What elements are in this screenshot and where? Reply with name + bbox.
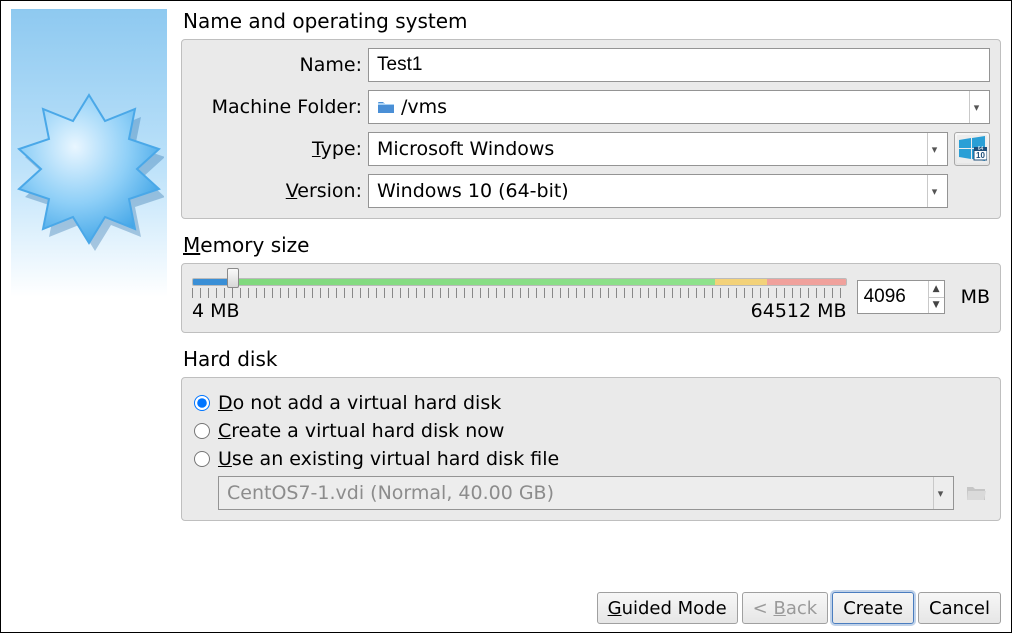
spin-up-icon[interactable]: ▲ [929, 281, 944, 298]
section-title-memory: Memory size [183, 233, 1001, 257]
create-button[interactable]: Create [832, 592, 914, 624]
spin-down-icon[interactable]: ▼ [929, 298, 944, 314]
radio-row-existing[interactable]: Use an existing virtual hard disk file [192, 448, 990, 470]
radio-row-none[interactable]: Do not add a virtual hard disk [192, 392, 990, 414]
group-memory: 4 MB 64512 MB ▲ ▼ MB [181, 263, 1001, 333]
starburst-icon [14, 43, 164, 263]
guided-mode-button[interactable]: Guided Mode [597, 592, 738, 624]
memory-value-input[interactable] [858, 281, 928, 313]
slider-thumb[interactable] [227, 268, 239, 288]
chevron-down-icon: ▾ [927, 175, 941, 207]
radio-do-not-add-label: Do not add a virtual hard disk [218, 392, 501, 414]
memory-slider[interactable]: 4 MB 64512 MB [192, 272, 847, 322]
svg-text:64: 64 [978, 146, 984, 152]
slider-ticks [192, 288, 847, 298]
existing-disk-text: CentOS7-1.vdi (Normal, 40.00 GB) [227, 482, 927, 504]
label-type: Type: [192, 138, 368, 160]
name-input[interactable] [368, 48, 990, 82]
machine-folder-combo[interactable]: /vms ▾ [368, 90, 990, 124]
version-combo-text: Windows 10 (64-bit) [377, 180, 921, 202]
radio-create-new[interactable] [194, 423, 210, 439]
radio-use-existing[interactable] [194, 451, 210, 467]
cancel-button[interactable]: Cancel [918, 592, 1001, 624]
label-machine-folder: Machine Folder: [192, 96, 368, 118]
section-title-os: Name and operating system [183, 9, 1001, 33]
dialog-footer: Guided Mode < Back Create Cancel [1, 586, 1011, 632]
memory-max-label: 64512 MB [751, 300, 847, 322]
radio-do-not-add[interactable] [194, 395, 210, 411]
memory-spinbox[interactable]: ▲ ▼ [857, 280, 945, 314]
memory-unit-label: MB [961, 286, 990, 308]
wizard-sidebar [11, 9, 167, 586]
machine-folder-text: /vms [401, 96, 963, 118]
radio-row-create[interactable]: Create a virtual hard disk now [192, 420, 990, 442]
svg-text:10: 10 [976, 151, 985, 160]
back-button: < Back [742, 592, 829, 624]
folder-icon [377, 100, 395, 114]
label-version: Version: [192, 180, 368, 202]
wizard-illustration [11, 9, 167, 297]
choose-disk-file-button [962, 479, 990, 507]
chevron-down-icon: ▾ [927, 133, 941, 165]
label-name: Name: [192, 54, 368, 76]
chevron-down-icon: ▾ [933, 477, 947, 509]
section-title-disk: Hard disk [183, 347, 1001, 371]
folder-open-icon [965, 483, 987, 503]
group-disk: Do not add a virtual hard disk Create a … [181, 377, 1001, 521]
radio-use-existing-label: Use an existing virtual hard disk file [218, 448, 559, 470]
chevron-down-icon: ▾ [969, 91, 983, 123]
os-icon-button[interactable]: 10 64 [954, 132, 990, 166]
group-os: Name: Machine Folder: /vms [181, 39, 1001, 219]
windows-os-icon: 10 64 [957, 135, 987, 163]
type-combo[interactable]: Microsoft Windows ▾ [368, 132, 948, 166]
memory-min-label: 4 MB [192, 300, 240, 322]
type-combo-text: Microsoft Windows [377, 138, 921, 160]
radio-create-new-label: Create a virtual hard disk now [218, 420, 504, 442]
version-combo[interactable]: Windows 10 (64-bit) ▾ [368, 174, 948, 208]
existing-disk-combo: CentOS7-1.vdi (Normal, 40.00 GB) ▾ [218, 476, 954, 510]
